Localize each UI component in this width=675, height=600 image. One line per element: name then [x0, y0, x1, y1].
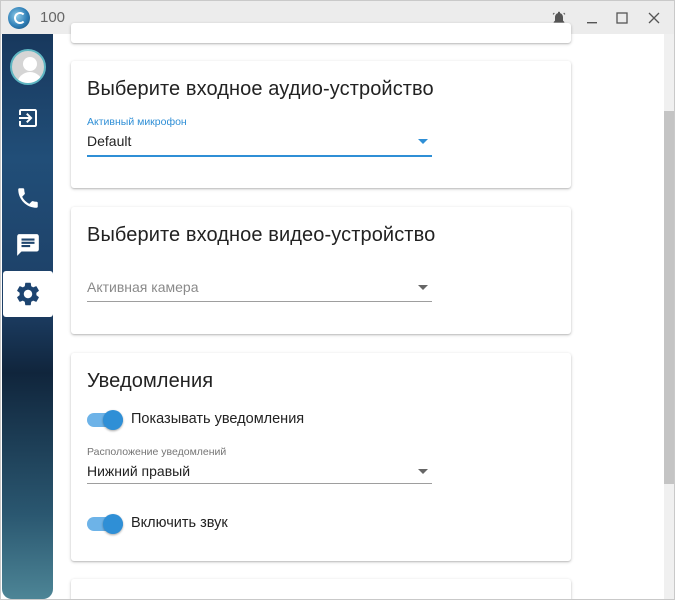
window-title: 100 [40, 9, 66, 26]
next-settings-card [71, 579, 571, 599]
notification-position-value: Нижний правый [87, 463, 191, 479]
previous-settings-card [71, 23, 571, 43]
minimize-icon [587, 22, 597, 24]
minimize-button[interactable] [580, 6, 604, 30]
show-notifications-label: Показывать уведомления [131, 411, 305, 427]
logout-icon[interactable] [14, 104, 42, 132]
notifications-section-title: Уведомления [87, 370, 214, 392]
video-section-title: Выберите входное видео-устройство [87, 224, 436, 246]
gear-icon [14, 280, 42, 308]
sidebar [2, 34, 53, 599]
audio-section-title: Выберите входное аудио-устройство [87, 78, 434, 100]
chevron-down-icon [418, 139, 428, 144]
show-notifications-row: Показывать уведомления [87, 409, 387, 433]
app-logo-icon [8, 7, 30, 29]
audio-device-card: Выберите входное аудио-устройство Активн… [71, 61, 571, 188]
sidebar-item-settings[interactable] [3, 271, 53, 317]
user-avatar[interactable] [10, 49, 46, 85]
chevron-down-icon [418, 469, 428, 474]
show-notifications-toggle[interactable] [87, 410, 123, 430]
maximize-button[interactable] [610, 6, 634, 30]
microphone-select-value: Default [87, 133, 132, 149]
camera-select-underline [87, 301, 432, 302]
notification-position-label: Расположение уведомлений [87, 446, 227, 458]
enable-sound-label: Включить звук [131, 515, 228, 531]
microphone-field-label: Активный микрофон [87, 116, 187, 128]
close-button[interactable] [642, 6, 666, 30]
camera-select-placeholder: Активная камера [87, 279, 199, 295]
maximize-icon [616, 12, 628, 24]
notification-position-underline [87, 483, 432, 484]
chevron-down-icon [418, 285, 428, 290]
microphone-select-underline [87, 155, 432, 157]
phone-icon[interactable] [14, 184, 42, 212]
enable-sound-toggle[interactable] [87, 514, 123, 534]
notification-position-select[interactable]: Расположение уведомлений Нижний правый [87, 445, 432, 485]
scrollbar-thumb[interactable] [664, 111, 674, 484]
chat-icon[interactable] [14, 231, 42, 259]
video-device-card: Выберите входное видео-устройство Активн… [71, 207, 571, 334]
notifications-card: Уведомления Показывать уведомления Распо… [71, 353, 571, 561]
camera-select[interactable]: Активная камера [87, 277, 432, 307]
enable-sound-row: Включить звук [87, 513, 387, 537]
microphone-select[interactable]: Активный микрофон Default [87, 114, 432, 158]
app-window: 100 Выберите входное аудио-устройство Ак… [0, 0, 675, 600]
close-icon [648, 12, 660, 24]
